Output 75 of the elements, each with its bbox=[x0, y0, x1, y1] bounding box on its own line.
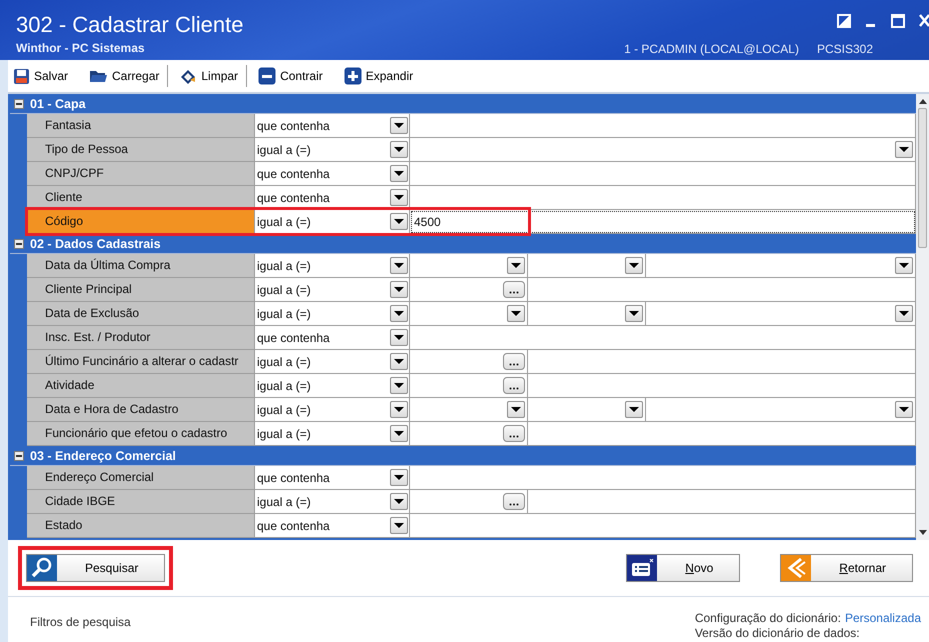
filter-label[interactable]: Insc. Est. / Produtor bbox=[27, 326, 255, 350]
browse-button[interactable] bbox=[503, 353, 525, 370]
operator-dropdown[interactable]: igual a (=) bbox=[255, 210, 410, 234]
operator-dropdown[interactable]: igual a (=) bbox=[255, 302, 410, 326]
user-label: 1 - PCADMIN (LOCAL@LOCAL) bbox=[624, 42, 799, 56]
filter-label[interactable]: Último Funcinário a alterar o cadastr bbox=[27, 350, 255, 374]
expand-icon bbox=[344, 67, 362, 85]
operator-dropdown[interactable]: igual a (=) bbox=[255, 278, 410, 302]
toolbar-button[interactable]: Expandir bbox=[340, 65, 420, 87]
search-button[interactable]: Pesquisar bbox=[26, 554, 166, 582]
operator-dropdown[interactable]: que contenha bbox=[255, 162, 410, 186]
filter-label[interactable]: Data e Hora de Cadastro bbox=[27, 398, 255, 422]
operator-dropdown[interactable]: igual a (=) bbox=[255, 350, 410, 374]
operator-dropdown[interactable]: que contenha bbox=[255, 326, 410, 350]
filter-label[interactable]: CNPJ/CPF bbox=[27, 162, 255, 186]
operator-dropdown[interactable]: igual a (=) bbox=[255, 398, 410, 422]
collapse-icon[interactable] bbox=[14, 238, 24, 248]
browse-button[interactable] bbox=[503, 377, 525, 394]
filter-label[interactable]: Cliente Principal bbox=[27, 278, 255, 302]
filter-label[interactable]: Atividade bbox=[27, 374, 255, 398]
filter-label[interactable]: Estado bbox=[27, 514, 255, 538]
filter-label[interactable]: Cidade IBGE bbox=[27, 490, 255, 514]
return-button[interactable]: Retornar bbox=[780, 554, 913, 582]
config-label: Configuração do dicionário: bbox=[694, 611, 841, 625]
browse-button[interactable] bbox=[503, 425, 525, 442]
program-code: PCSIS302 bbox=[816, 42, 873, 56]
window-title: 302 - Cadastrar Cliente bbox=[16, 12, 244, 38]
browse-button[interactable] bbox=[503, 281, 525, 298]
ellipsis-icon bbox=[509, 363, 519, 366]
value-field[interactable] bbox=[410, 514, 916, 538]
operator-dropdown[interactable]: igual a (=) bbox=[255, 374, 410, 398]
filter-label[interactable]: Fantasia bbox=[27, 114, 255, 138]
operator-dropdown[interactable]: que contenha bbox=[255, 466, 410, 490]
scroll-thumb[interactable] bbox=[918, 108, 927, 248]
maximize-icon[interactable] bbox=[891, 14, 905, 28]
filter-label[interactable]: Data da Última Compra bbox=[27, 254, 255, 278]
filter-label[interactable]: Data de Exclusão bbox=[27, 302, 255, 326]
status-text: Filtros de pesquisa bbox=[30, 615, 131, 631]
filter-label[interactable]: Tipo de Pessoa bbox=[27, 138, 255, 162]
list-icon bbox=[630, 559, 654, 577]
eraser-icon bbox=[179, 68, 198, 84]
operator-dropdown[interactable]: igual a (=) bbox=[255, 138, 410, 162]
window-subtitle: Winthor - PC Sistemas bbox=[16, 41, 146, 55]
new-button[interactable]: Novo bbox=[626, 554, 740, 582]
operator-dropdown[interactable]: igual a (=) bbox=[255, 422, 410, 446]
toolbar-button[interactable]: Carregar bbox=[86, 66, 166, 86]
scrollbar[interactable] bbox=[916, 94, 929, 540]
ellipsis-icon bbox=[509, 503, 519, 506]
operator-dropdown[interactable]: que contenha bbox=[255, 514, 410, 538]
version-label: Versão do dicionário de dados: bbox=[694, 626, 860, 640]
floppy-icon bbox=[13, 68, 30, 84]
filter-label[interactable]: Código bbox=[27, 210, 255, 234]
collapse-icon[interactable] bbox=[14, 450, 24, 460]
operator-dropdown[interactable]: igual a (=) bbox=[255, 254, 410, 278]
scroll-up-icon[interactable] bbox=[918, 98, 926, 104]
collapse-icon bbox=[258, 67, 276, 85]
operator-dropdown[interactable]: igual a (=) bbox=[255, 490, 410, 514]
toolbar-button[interactable]: Contrair bbox=[255, 65, 329, 87]
scroll-down-icon[interactable] bbox=[918, 530, 926, 536]
folder-icon bbox=[89, 68, 108, 84]
config-value: Personalizada bbox=[844, 611, 921, 625]
collapse-icon[interactable] bbox=[14, 98, 24, 108]
restore-icon[interactable] bbox=[837, 14, 851, 28]
back-arrow-icon bbox=[785, 557, 808, 579]
toolbar-button[interactable]: Salvar bbox=[10, 66, 74, 86]
filter-label[interactable]: Endereço Comercial bbox=[27, 466, 255, 490]
browse-button[interactable] bbox=[503, 493, 525, 510]
filter-label[interactable]: Funcionário que efetou o cadastro bbox=[27, 422, 255, 446]
toolbar-button[interactable]: Limpar bbox=[176, 66, 244, 86]
close-icon[interactable] bbox=[919, 14, 929, 28]
search-icon bbox=[31, 557, 53, 579]
operator-dropdown[interactable]: que contenha bbox=[255, 114, 410, 138]
ellipsis-icon bbox=[509, 387, 519, 390]
ellipsis-icon bbox=[509, 435, 519, 438]
ellipsis-icon bbox=[509, 291, 519, 294]
